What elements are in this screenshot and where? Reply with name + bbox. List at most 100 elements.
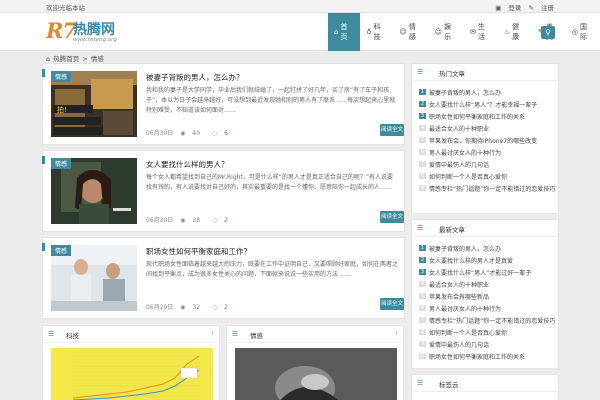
list-item[interactable]: 3 女人要找什么样“男人”才能过好一辈子	[412, 266, 558, 278]
list-icon: ☰	[417, 224, 424, 232]
logo-mark: R7	[46, 18, 77, 43]
list-item[interactable]: 4 最适合女人的十种职业	[412, 278, 558, 290]
widget-header: ☰ 热门文章	[412, 64, 558, 81]
category-tag[interactable]: 情感	[51, 158, 72, 169]
nav-item-tech[interactable]: ♁ 科技	[360, 13, 393, 51]
search-button[interactable]: ⚲	[541, 26, 555, 39]
list-item[interactable]: 10 职场女性如何平衡家庭和工作的关系	[412, 350, 558, 362]
post-meta: 06月30日 ◉ 28 ◌ 2	[146, 215, 238, 224]
nav-item-life[interactable]: ✉ 生活	[464, 13, 498, 51]
rank-badge: 3	[419, 113, 426, 119]
post-title[interactable]: 职场女性如何平衡家庭和工作？	[146, 246, 251, 257]
box-thumbnail[interactable]	[235, 348, 397, 400]
logo-url: www.reteng.org	[73, 37, 117, 43]
list-item[interactable]: 4 最适合女人的十种职业	[412, 122, 558, 134]
site-logo[interactable]: R7 热腾网 www.reteng.org	[46, 18, 126, 46]
nav-item-world[interactable]: ◎ 国际	[566, 13, 600, 51]
category-tag[interactable]: 情感	[51, 71, 72, 82]
comment-count[interactable]: 2	[224, 304, 228, 311]
site-header: R7 热腾网 www.reteng.org ⌂ 首页 ♁ 科技 ☺ 情感 ☺ 娱乐 ✉ 生…	[0, 13, 600, 51]
search-icon: ⚲	[545, 28, 551, 37]
rank-badge: 9	[419, 185, 426, 191]
eye-icon: ◉	[180, 130, 186, 137]
breadcrumb-home[interactable]: 热腾首页	[53, 55, 79, 63]
list-item[interactable]: 6 男人最讨厌女人的十种行为	[412, 302, 558, 314]
svg-text:拍!: 拍!	[57, 105, 67, 114]
nav-item-entertainment[interactable]: ☺ 娱乐	[429, 13, 464, 51]
post-excerpt: 现代职场女性面临着越来越大的压力，既要在工作中证明自己，又要照顾好家庭，如何在两…	[146, 261, 399, 278]
post-title[interactable]: 女人要找什么样的男人？	[146, 159, 229, 170]
list-item[interactable]: 6 男人最讨厌女人的十种行为	[412, 146, 558, 158]
card-accent	[42, 69, 45, 77]
rank-badge: 7	[419, 161, 426, 167]
rank-badge: 2	[419, 257, 426, 263]
rank-badge: 8	[419, 329, 426, 335]
list-item[interactable]: 8 如何判断一个人是否真心爱你	[412, 326, 558, 338]
view-count: 40	[192, 130, 201, 137]
list-item[interactable]: 7 情感专栏“热门话题”你一定不能错过的恋爱技巧	[412, 314, 558, 326]
welcome-text: 欢迎光临本站	[46, 4, 85, 12]
rank-badge: 3	[419, 269, 426, 275]
account-links: ▣ 登录 ✎ 注册	[490, 2, 554, 12]
list-item[interactable]: 8 如何判断一个人是否真心爱你	[412, 170, 558, 182]
list-item[interactable]: 5 苹果发布会，你期待iPhone7的哪些改变	[412, 134, 558, 146]
comment-icon: ◌	[211, 217, 218, 224]
list-item[interactable]: 1 被妻子背叛的男人，怎么办	[412, 86, 558, 98]
post-title[interactable]: 被妻子背叛的男人，怎么办？	[146, 72, 244, 83]
widget-title: 标签云	[439, 381, 459, 389]
list-item[interactable]: 7 爱情中最伤人的几句话	[412, 158, 558, 170]
read-more-button[interactable]: 阅读全文	[380, 124, 404, 136]
nav-item-emotion[interactable]: ☺ 情感	[394, 13, 429, 51]
comment-count[interactable]: 6	[224, 130, 228, 137]
nav-item-home[interactable]: ⌂ 首页	[328, 13, 361, 51]
list-icon: ☰	[48, 330, 55, 338]
breadcrumb-current: 情感	[90, 55, 104, 63]
category-box-emotion: ☰ 情感 ›	[226, 325, 404, 400]
list-icon: ☰	[417, 379, 424, 387]
list-item[interactable]: 1 被妻子背叛的男人，怎么办	[412, 242, 558, 254]
widget-title: 最新文章	[439, 226, 465, 234]
rank-badge: 5	[419, 293, 426, 299]
post-excerpt: 每个女人都希望找到自己的Mr.Right，可是什么样“的男人才是真正适合自己的呢…	[146, 174, 394, 191]
logo-name: 热腾网	[73, 22, 115, 38]
chevron-right-icon[interactable]: ›	[211, 329, 214, 337]
list-item[interactable]: 9 爱情中最伤人的几句话	[412, 338, 558, 350]
globe-icon: ◎	[571, 28, 579, 36]
box-title[interactable]: 情感	[250, 330, 263, 340]
list-item[interactable]: 2 女人要找什么样的男人才是真爱	[412, 254, 558, 266]
category-box-tech: ☰ 科技 ›	[42, 325, 220, 400]
home-icon: ⌂	[46, 55, 51, 63]
rank-badge: 6	[419, 149, 426, 155]
rank-badge: 7	[419, 317, 426, 323]
login-link[interactable]: ▣ 登录	[495, 4, 521, 12]
post-date: 06月29日	[146, 304, 174, 311]
read-more-button[interactable]: 阅读全文	[380, 298, 404, 310]
post-excerpt: 我和我的妻子是大学同学，毕业后我们就结婚了，一起打拼了好几年，买了房“有了车子和…	[146, 87, 396, 114]
list-item[interactable]: 9 情感专栏“热门话题”你一定不能错过的恋爱技巧	[412, 182, 558, 194]
comment-count[interactable]: 2	[224, 217, 228, 224]
breadcrumb: ⌂ 热腾首页 > 情感	[46, 53, 105, 63]
smile-icon: ☺	[434, 28, 443, 36]
box-thumbnail[interactable]	[51, 348, 213, 400]
rank-badge: 4	[419, 125, 426, 131]
widget-hot-posts: ☰ 热门文章 1 被妻子背叛的男人，怎么办 2 女人要找什么样“男人”？才能幸福一辈…	[411, 63, 559, 214]
breadcrumb-separator: >	[82, 55, 88, 63]
card-accent	[42, 156, 45, 164]
home-icon: ⌂	[334, 28, 339, 36]
category-tag[interactable]: 情感	[51, 245, 72, 256]
chevron-right-icon[interactable]: ›	[395, 329, 398, 337]
box-title[interactable]: 科技	[66, 330, 79, 340]
post-date: 06月30日	[146, 217, 174, 224]
top-bar: 欢迎光临本站 ▣ 登录 ✎ 注册	[0, 0, 600, 13]
list-icon: ☰	[232, 330, 239, 338]
register-link[interactable]: ✎ 注册	[528, 4, 554, 12]
widget-header: ☰ 标签云	[412, 375, 558, 392]
list-item[interactable]: 5 苹果发布会有哪些新品	[412, 290, 558, 302]
read-more-button[interactable]: 阅读全文	[380, 211, 404, 223]
nav-item-health[interactable]: ♨ 健康	[498, 13, 532, 51]
list-item[interactable]: 3 职场女性如何平衡家庭和工作的关系	[412, 110, 558, 122]
comment-icon: ◌	[211, 304, 218, 311]
post-meta: 06月30日 ◉ 40 ◌ 6	[146, 128, 238, 137]
post-meta: 06月29日 ◉ 32 ◌ 2	[146, 302, 238, 311]
list-item[interactable]: 2 女人要找什么样“男人”？才能幸福一辈子	[412, 98, 558, 110]
